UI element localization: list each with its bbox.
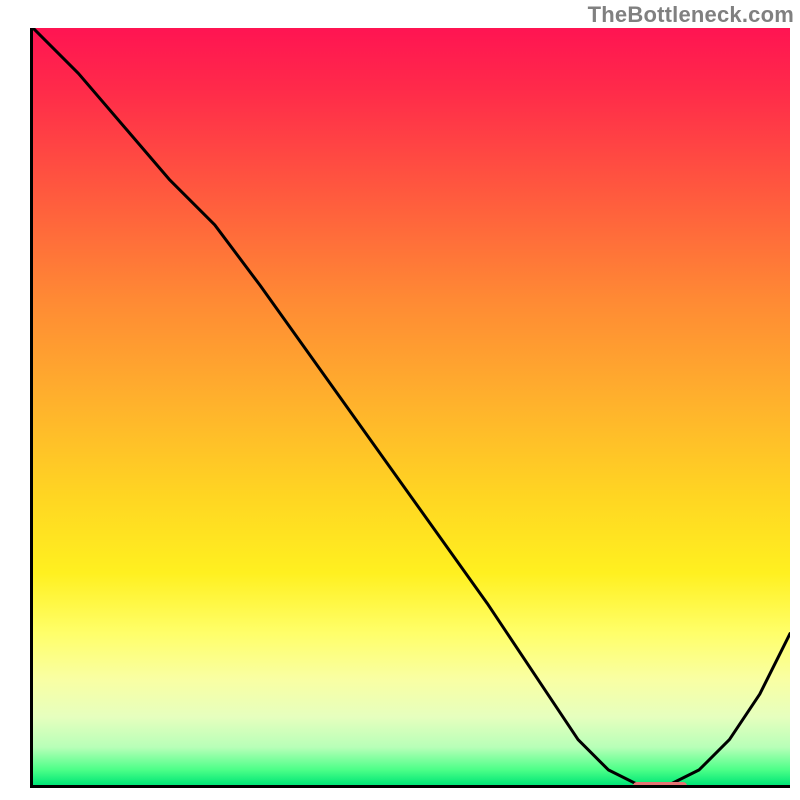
watermark-text: TheBottleneck.com [588,2,794,28]
bottleneck-curve [33,28,790,785]
plot-area [30,28,790,788]
optimal-range-marker [633,782,686,788]
